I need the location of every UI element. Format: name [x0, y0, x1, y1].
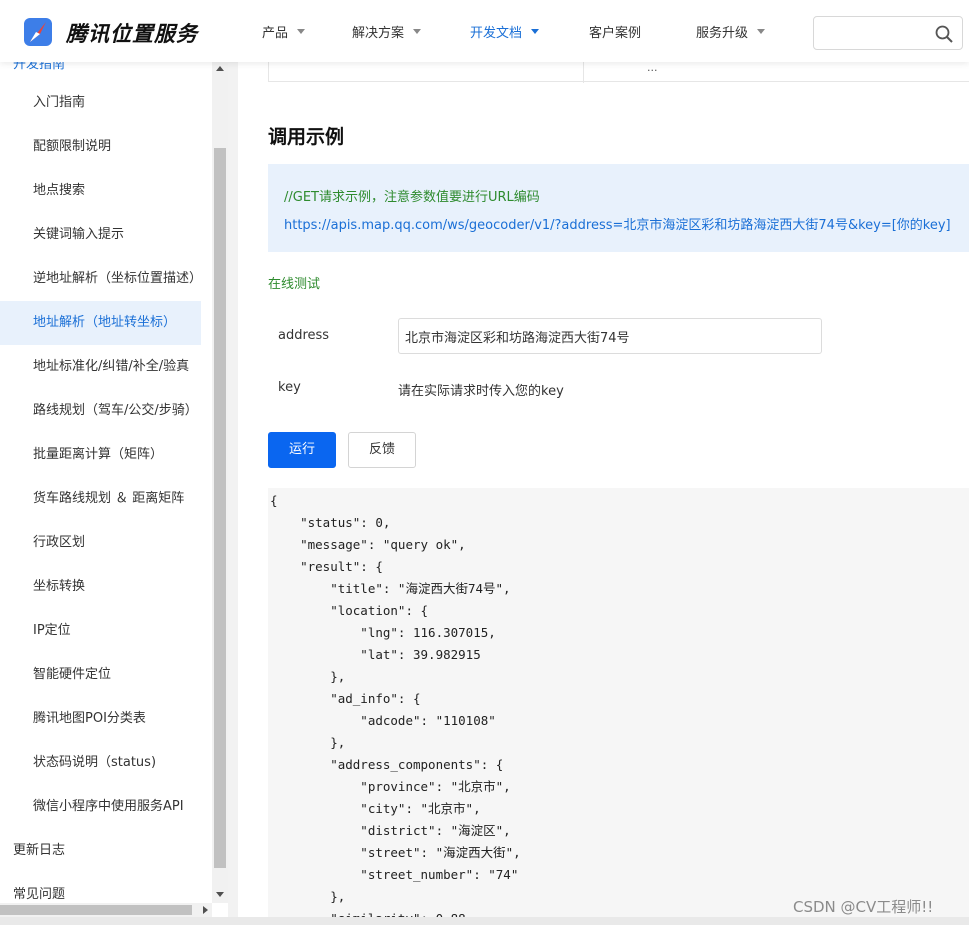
sidebar-item-address-standardize[interactable]: 地址标准化/纠错/补全/验真 — [0, 345, 212, 389]
sidebar-item-keyword-suggest[interactable]: 关键词输入提示 — [0, 213, 212, 257]
key-param-hint: 请在实际请求时传入您的key — [398, 384, 564, 399]
sidebar-horizontal-scrollbar[interactable] — [0, 903, 212, 917]
scroll-down-arrow-icon[interactable] — [216, 892, 224, 897]
chevron-down-icon — [757, 28, 766, 34]
key-param-label: key — [278, 380, 301, 395]
search-icon[interactable] — [934, 24, 954, 44]
nav-label: 解决方案 — [352, 25, 405, 41]
nav-item-upgrade[interactable]: 服务升级 — [696, 0, 766, 62]
main-content: ... 调用示例 //GET请求示例，注意参数值要进行URL编码 https:/… — [238, 62, 969, 925]
param-table-remnant: ... — [268, 62, 969, 83]
sidebar-item-coord-convert[interactable]: 坐标转换 — [0, 565, 212, 609]
search-input[interactable] — [822, 23, 932, 43]
sidebar-item-ip-location[interactable]: IP定位 — [0, 609, 212, 653]
run-button[interactable]: 运行 — [268, 432, 336, 468]
example-request-box: //GET请求示例，注意参数值要进行URL编码 https://apis.map… — [268, 164, 969, 252]
scroll-up-arrow-icon[interactable] — [216, 66, 224, 71]
feedback-button[interactable]: 反馈 — [348, 432, 416, 468]
scroll-right-arrow-icon[interactable] — [203, 906, 208, 914]
nav-label: 开发文档 — [470, 25, 523, 41]
nav-item-docs[interactable]: 开发文档 — [470, 0, 540, 62]
address-input[interactable] — [398, 318, 822, 354]
doc-sidebar: 开发指南 入门指南 配额限制说明 地点搜索 关键词输入提示 逆地址解析（坐标位置… — [0, 62, 212, 925]
sidebar-item-poi-category[interactable]: 腾讯地图POI分类表 — [0, 697, 212, 741]
response-json: { "status": 0, "message": "query ok", "r… — [270, 493, 521, 925]
sidebar-item-changelog[interactable]: 更新日志 — [0, 829, 212, 873]
nav-label: 客户案例 — [589, 25, 642, 41]
sidebar-vertical-scrollbar[interactable] — [212, 62, 228, 903]
nav-item-cases[interactable]: 客户案例 — [589, 0, 641, 62]
chevron-down-icon — [297, 28, 306, 34]
chevron-down-icon — [413, 28, 422, 34]
watermark-text: CSDN @CV工程师!! — [793, 898, 934, 916]
sidebar-item-route-planning[interactable]: 路线规划（驾车/公交/步骑） — [0, 389, 212, 433]
sidebar-item-geocoder[interactable]: 地址解析（地址转坐标） — [0, 301, 201, 345]
nav-label: 产品 — [262, 25, 289, 41]
scrollbar-thumb[interactable] — [0, 905, 192, 915]
scrollbar-thumb[interactable] — [214, 148, 226, 868]
sidebar-item-hardware-location[interactable]: 智能硬件定位 — [0, 653, 212, 697]
brand-name[interactable]: 腾讯位置服务 — [66, 18, 198, 48]
sidebar-section-title[interactable]: 开发指南 — [13, 62, 65, 72]
nav-label: 服务升级 — [696, 25, 749, 41]
sidebar-item-place-search[interactable]: 地点搜索 — [0, 169, 212, 213]
sidebar-item-district[interactable]: 行政区划 — [0, 521, 212, 565]
chevron-down-icon — [531, 28, 540, 34]
online-test-label: 在线测试 — [268, 277, 321, 292]
address-param-label: address — [278, 328, 330, 343]
nav-item-products[interactable]: 产品 — [262, 0, 306, 62]
sidebar-item-reverse-geocoder[interactable]: 逆地址解析（坐标位置描述） — [0, 257, 212, 301]
search-box — [813, 16, 963, 50]
sidebar-item-miniprogram[interactable]: 微信小程序中使用服务API — [0, 785, 212, 829]
sidebar-item-quota[interactable]: 配额限制说明 — [0, 125, 212, 169]
sidebar-item-getting-started[interactable]: 入门指南 — [0, 81, 212, 125]
table-column-divider — [583, 62, 584, 83]
response-code-block: { "status": 0, "message": "query ok", "r… — [268, 488, 969, 925]
sidebar-item-distance-matrix[interactable]: 批量距离计算（矩阵） — [0, 433, 212, 477]
table-cell-text: ... — [647, 62, 658, 74]
nav-item-solutions[interactable]: 解决方案 — [352, 0, 422, 62]
bottom-edge-bar — [0, 917, 969, 925]
brand-logo-icon[interactable] — [22, 16, 54, 48]
sidebar-item-truck-route[interactable]: 货车路线规划 ＆ 距离矩阵 — [0, 477, 212, 521]
content-divider — [228, 62, 238, 925]
top-header: 腾讯位置服务 产品 解决方案 开发文档 客户案例 服务升级 — [0, 0, 969, 62]
section-title: 调用示例 — [268, 126, 345, 148]
sidebar-item-status-codes[interactable]: 状态码说明（status) — [0, 741, 212, 785]
example-url-link[interactable]: https://apis.map.qq.com/ws/geocoder/v1/?… — [284, 214, 951, 233]
example-comment: //GET请求示例，注意参数值要进行URL编码 — [284, 190, 540, 205]
